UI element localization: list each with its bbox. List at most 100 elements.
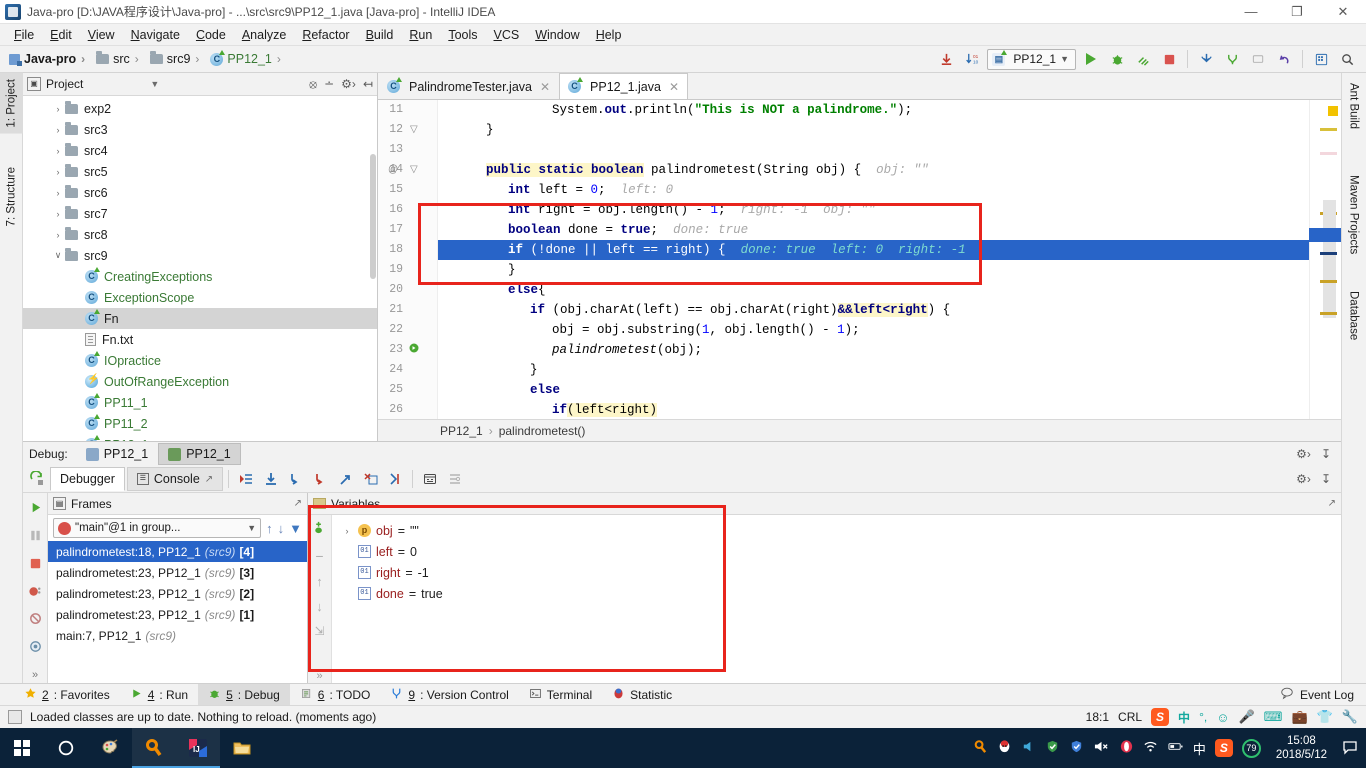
- frame-row[interactable]: main:7, PP12_1 (src9): [48, 625, 307, 646]
- frame-row[interactable]: palindrometest:23, PP12_1 (src9) [2]: [48, 583, 307, 604]
- step-into-icon[interactable]: [284, 468, 307, 491]
- tree-expand-arrow[interactable]: ›: [51, 209, 65, 219]
- pin-icon[interactable]: ↗: [1328, 498, 1336, 509]
- search-icon[interactable]: [1336, 48, 1358, 70]
- gear-icon[interactable]: ⚙›: [341, 77, 356, 91]
- run-button[interactable]: [1080, 48, 1102, 70]
- ime-keyboard-icon[interactable]: ⌨: [1264, 709, 1283, 725]
- menu-item-navigate[interactable]: Navigate: [123, 26, 188, 44]
- close-icon[interactable]: ✕: [540, 80, 550, 94]
- step-over-icon[interactable]: [259, 468, 282, 491]
- intellij-idea-icon[interactable]: IJ: [176, 728, 220, 768]
- vcs-update-icon[interactable]: [1195, 48, 1217, 70]
- hide-panel-icon[interactable]: ↧: [1321, 447, 1331, 461]
- pin-icon[interactable]: ↗: [294, 498, 302, 509]
- tray-search-icon[interactable]: [973, 739, 988, 757]
- remove-watch-icon[interactable]: −: [315, 548, 323, 564]
- tab-console[interactable]: ☰ Console ↗: [126, 467, 224, 491]
- stop-button[interactable]: [1158, 48, 1180, 70]
- debug-button[interactable]: [1106, 48, 1128, 70]
- menu-item-build[interactable]: Build: [358, 26, 402, 44]
- code-line[interactable]: if (obj.charAt(left) == obj.charAt(right…: [438, 300, 1309, 320]
- debug-session-tab-0[interactable]: PP12_1: [76, 443, 158, 465]
- code-line[interactable]: else{: [438, 280, 1309, 300]
- tree-node-fn[interactable]: C Fn: [23, 308, 377, 329]
- run-to-cursor-icon[interactable]: [384, 468, 407, 491]
- code-line[interactable]: int left = 0; left: 0: [438, 180, 1309, 200]
- copy-icon[interactable]: ⇲: [314, 624, 324, 638]
- tree-node-exp2[interactable]: › exp2: [23, 98, 377, 119]
- tree-expand-arrow[interactable]: ›: [51, 146, 65, 156]
- ime-skin-icon[interactable]: 👕: [1317, 709, 1333, 725]
- caret-position[interactable]: 18:1: [1086, 710, 1109, 724]
- toolwindow-button-statistic[interactable]: Statistic: [602, 684, 682, 705]
- tree-node-outofrangeexception[interactable]: OutOfRangeException: [23, 371, 377, 392]
- code-line[interactable]: [438, 140, 1309, 160]
- debug-session-tab-1[interactable]: PP12_1: [158, 443, 241, 465]
- settings-icon[interactable]: [26, 637, 45, 656]
- breadcrumb-class[interactable]: PP12_1: [440, 424, 483, 438]
- tree-expand-arrow[interactable]: ›: [51, 230, 65, 240]
- view-breakpoints-icon[interactable]: [26, 582, 45, 601]
- tray-speaker-icon[interactable]: [1021, 739, 1036, 757]
- override-marker-icon[interactable]: @: [388, 160, 398, 180]
- tree-expand-arrow[interactable]: ›: [51, 188, 65, 198]
- code-line[interactable]: obj = obj.substring(1, obj.length() - 1)…: [438, 320, 1309, 340]
- evaluate-expression-icon[interactable]: [418, 468, 441, 491]
- chevron-down-icon[interactable]: ▼: [150, 79, 159, 89]
- variable-row[interactable]: 01 left = 0: [333, 541, 1341, 562]
- tree-node-src7[interactable]: › src7: [23, 203, 377, 224]
- editor-marker-bar[interactable]: [1309, 100, 1341, 441]
- sidebar-item-database[interactable]: Database: [1341, 285, 1366, 346]
- paint-icon[interactable]: [88, 728, 132, 768]
- expand-strip-icon[interactable]: »: [26, 665, 45, 684]
- menu-item-refactor[interactable]: Refactor: [294, 26, 357, 44]
- tray-wifi-icon[interactable]: [1143, 739, 1158, 757]
- settings-layout-icon[interactable]: [443, 468, 466, 491]
- rerun-icon[interactable]: [25, 468, 48, 491]
- start-button-icon[interactable]: [0, 728, 44, 768]
- gear-icon[interactable]: ⚙›: [1296, 447, 1311, 461]
- variable-row[interactable]: 01 right = -1: [333, 562, 1341, 583]
- code-line[interactable]: else: [438, 380, 1309, 400]
- frame-row[interactable]: palindrometest:23, PP12_1 (src9) [3]: [48, 562, 307, 583]
- close-icon[interactable]: ✕: [669, 80, 679, 94]
- settings-icon[interactable]: [1310, 48, 1332, 70]
- toolwindow-button-favorites[interactable]: 2: Favorites: [14, 684, 120, 705]
- force-step-into-icon[interactable]: [309, 468, 332, 491]
- frame-row[interactable]: palindrometest:23, PP12_1 (src9) [1]: [48, 604, 307, 625]
- resume-program-icon[interactable]: [26, 498, 45, 517]
- taskbar-clock[interactable]: 15:08 2018/5/12: [1270, 734, 1333, 762]
- menu-item-file[interactable]: File: [6, 26, 42, 44]
- action-center-icon[interactable]: [1342, 739, 1358, 758]
- pause-program-icon[interactable]: [26, 526, 45, 545]
- tree-node-src9[interactable]: ∨ src9: [23, 245, 377, 266]
- code-line[interactable]: }: [438, 260, 1309, 280]
- thread-selector[interactable]: "main"@1 in group... ▼: [53, 518, 262, 538]
- update-project-icon[interactable]: [935, 48, 957, 70]
- run-configuration-selector[interactable]: ▤ PP12_1 ▼: [987, 48, 1076, 70]
- ime-toolbox-icon[interactable]: 💼: [1291, 709, 1307, 725]
- tree-node-src8[interactable]: › src8: [23, 224, 377, 245]
- tree-node-creatingexceptions[interactable]: C CreatingExceptions: [23, 266, 377, 287]
- editor-tab-pp12_1-java[interactable]: C PP12_1.java ✕: [559, 73, 688, 99]
- tray-mute-icon[interactable]: [1093, 739, 1110, 757]
- editor-scrollbar-thumb[interactable]: [1323, 200, 1336, 318]
- vcs-history-icon[interactable]: [1247, 48, 1269, 70]
- menu-item-tools[interactable]: Tools: [440, 26, 485, 44]
- breadcrumb-src[interactable]: src ›: [93, 51, 147, 67]
- tree-node-exceptionscope[interactable]: C ExceptionScope: [23, 287, 377, 308]
- code-editor[interactable]: 1112131415161718192021222324252627▽@▽ Sy…: [378, 100, 1341, 441]
- code-fold-icon[interactable]: ▽: [410, 120, 418, 140]
- tree-expand-arrow[interactable]: ∨: [51, 250, 65, 261]
- breadcrumb-project[interactable]: Java-pro ›: [6, 51, 93, 67]
- step-out-icon[interactable]: [334, 468, 357, 491]
- breadcrumb-file[interactable]: C PP12_1 ›: [207, 49, 288, 67]
- toolwindow-button-run[interactable]: 4: Run: [120, 684, 198, 705]
- tray-security-check-icon[interactable]: [1045, 739, 1060, 757]
- compare-icon[interactable]: 01 10: [961, 48, 983, 70]
- cortana-icon[interactable]: [44, 728, 88, 768]
- tree-expand-arrow[interactable]: ›: [51, 167, 65, 177]
- ime-emoji-icon[interactable]: ☺: [1216, 710, 1229, 725]
- tray-ime-cn-icon[interactable]: 中: [1193, 739, 1206, 758]
